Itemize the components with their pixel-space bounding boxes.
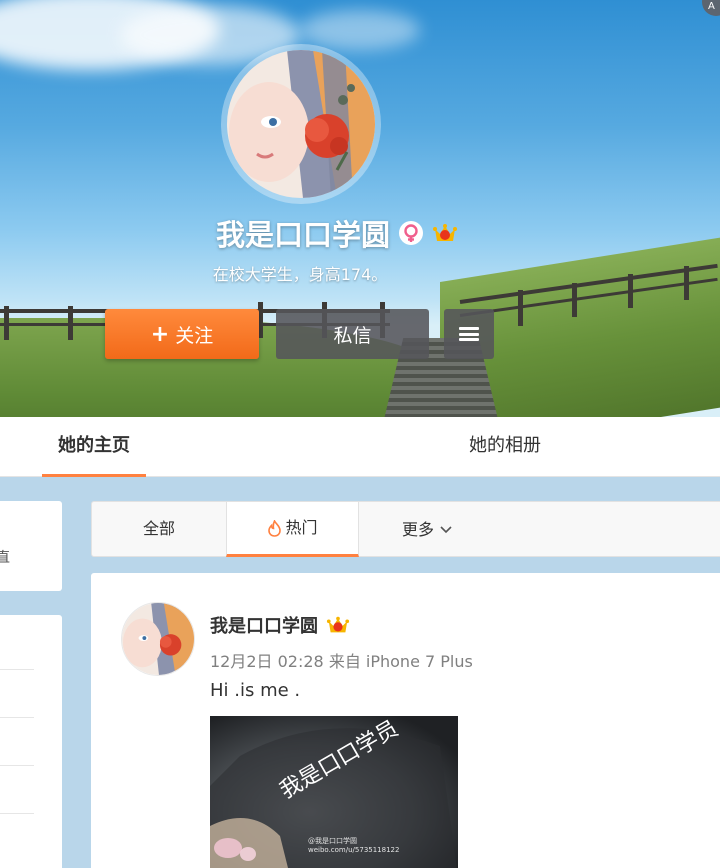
cloud <box>300 10 420 50</box>
avatar-illustration <box>227 50 375 198</box>
tab-her-home[interactable]: 她的主页 <box>42 417 146 477</box>
feed-filter-bar: 全部 热门 更多 <box>91 501 720 557</box>
filter-tab-hot[interactable]: 热门 <box>226 502 359 557</box>
filter-tab-hot-label: 热门 <box>285 518 318 537</box>
filter-tab-more[interactable]: 更多 <box>360 502 494 557</box>
fence-post <box>68 306 73 340</box>
watermark-line: weibo.com/u/5735118122 <box>308 846 400 854</box>
corner-badge[interactable]: A <box>702 0 720 16</box>
follow-label: 关注 <box>175 324 214 347</box>
fence-post <box>518 290 523 326</box>
sidebar-card-list <box>0 615 62 868</box>
hamburger-menu-icon <box>459 327 479 341</box>
fence-post <box>572 283 577 317</box>
sidebar-divider <box>0 813 34 814</box>
female-icon <box>399 221 423 245</box>
chevron-down-icon <box>440 525 452 533</box>
filter-tab-more-label: 更多 <box>401 519 434 539</box>
filter-tab-all[interactable]: 全部 <box>92 502 226 557</box>
fence-post <box>628 274 633 308</box>
profile-name: 我是口口学圆 <box>0 212 600 254</box>
profile-avatar[interactable] <box>227 50 375 198</box>
more-menu-button[interactable] <box>444 309 494 359</box>
sidebar-divider <box>0 669 34 670</box>
tab-her-album[interactable]: 她的相册 <box>455 417 555 477</box>
post-timestamp-source[interactable]: 12月2日 02:28 来自 iPhone 7 Plus <box>210 648 473 672</box>
profile-name-text: 我是口口学圆 <box>215 218 390 252</box>
watermark-line: @我是口口学圆 <box>308 837 357 845</box>
vip-crown-icon[interactable] <box>432 220 458 246</box>
fence-post <box>684 266 689 300</box>
sidebar-card-info: 直 <box>0 501 62 591</box>
profile-tabbar: 她的主页 她的相册 <box>0 417 720 477</box>
profile-cover-banner: 我是口口学圆 在校大学生，身高174。 + 关注 私信 A <box>0 0 720 417</box>
flame-icon <box>268 519 282 537</box>
avatar-illustration <box>122 603 194 675</box>
follow-button[interactable]: + 关注 <box>105 309 259 359</box>
sidebar-divider <box>0 717 34 718</box>
message-label: 私信 <box>333 324 372 347</box>
sidebar-divider <box>0 765 34 766</box>
post-image-watermark: @我是口口学圆 weibo.com/u/5735118122 <box>308 837 399 855</box>
sidebar-cut-text: 直 <box>0 550 10 566</box>
plus-icon: + <box>150 321 170 347</box>
post-author-name[interactable]: 我是口口学圆 <box>210 612 318 638</box>
post-author: 我是口口学圆 <box>210 612 350 638</box>
fence-post <box>4 306 9 340</box>
feed-post: 我是口口学圆 12月2日 02:28 来自 iPhone 7 Plus Hi .… <box>91 573 720 868</box>
post-text: Hi .is me . <box>210 680 301 701</box>
post-image[interactable]: 我是口口学员 @我是口口学圆 weibo.com/u/5735118122 <box>210 716 458 868</box>
message-button[interactable]: 私信 <box>276 309 429 359</box>
post-author-avatar[interactable] <box>121 602 195 676</box>
vip-crown-icon[interactable] <box>326 613 350 637</box>
profile-bio: 在校大学生，身高174。 <box>212 265 388 284</box>
